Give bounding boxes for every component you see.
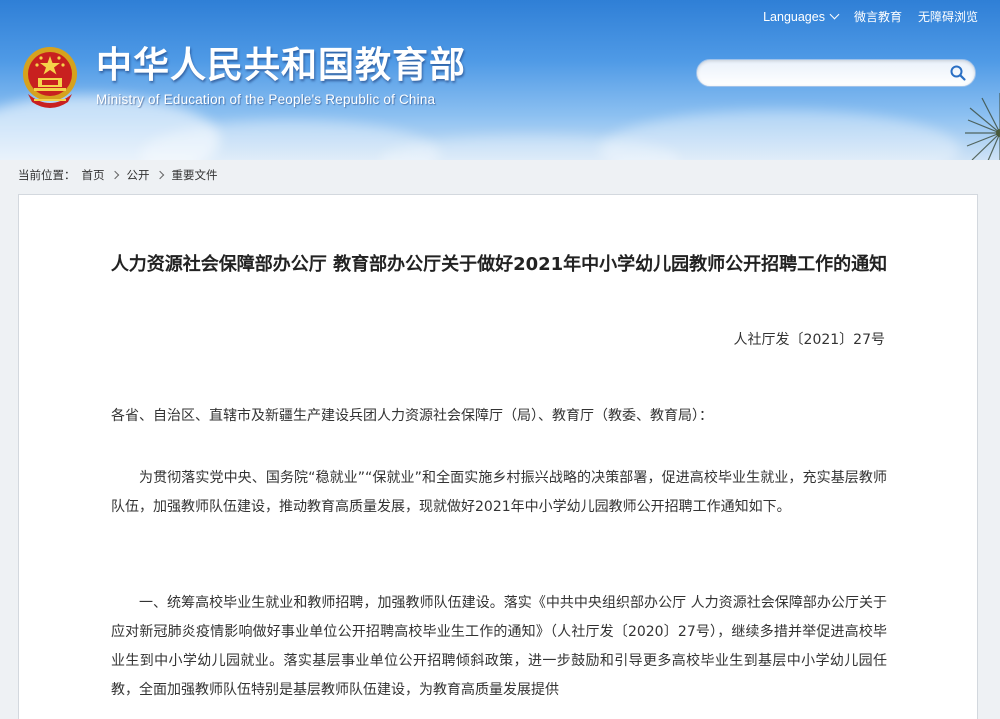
search-input[interactable] (709, 63, 943, 85)
top-links: Languages 微言教育 无障碍浏览 (763, 8, 978, 25)
article-title: 人力资源社会保障部办公厅 教育部办公厅关于做好2021年中小学幼儿园教师公开招聘… (110, 254, 888, 275)
article-salutation: 各省、自治区、直辖市及新疆生产建设兵团人力资源社会保障厅（局）、教育厅（教委、教… (111, 408, 713, 424)
chevron-right-icon (110, 170, 119, 180)
chevron-right-icon (155, 170, 164, 180)
languages-dropdown[interactable]: Languages (763, 9, 840, 24)
site-title[interactable]: 中华人民共和国教育部 (96, 44, 466, 88)
breadcrumb-item-home[interactable]: 首页 (82, 167, 105, 183)
languages-label: Languages (763, 9, 825, 24)
search-box (696, 59, 976, 87)
dandelion-decoration (965, 93, 1000, 160)
header-banner: 中华人民共和国教育部 Ministry of Education of the … (0, 0, 1000, 160)
weibo-link[interactable]: 微言教育 (854, 8, 902, 25)
page: 中华人民共和国教育部 Ministry of Education of the … (0, 0, 1000, 719)
breadcrumb: 当前位置： 首页 公开 重要文件 (18, 167, 218, 183)
national-emblem-icon (23, 47, 77, 108)
article-paragraph: 为贯彻落实党中央、国务院“稳就业”“保就业”和全面实施乡村振兴战略的决策部署，促… (111, 470, 887, 515)
article-paragraph: 一、统筹高校毕业生就业和教师招聘，加强教师队伍建设。落实《中共中央组织部办公厅 … (111, 595, 887, 698)
chevron-down-icon (829, 9, 840, 20)
breadcrumb-prefix: 当前位置： (18, 168, 76, 182)
document-number: 人社厅发〔2021〕27号 (733, 332, 885, 348)
accessibility-link[interactable]: 无障碍浏览 (918, 8, 978, 25)
article-panel: 人力资源社会保障部办公厅 教育部办公厅关于做好2021年中小学幼儿园教师公开招聘… (18, 194, 978, 719)
site-subtitle: Ministry of Education of the People's Re… (96, 92, 436, 107)
search-icon[interactable] (949, 64, 967, 82)
breadcrumb-item-public[interactable]: 公开 (127, 167, 150, 183)
breadcrumb-item-important-docs[interactable]: 重要文件 (172, 167, 218, 183)
